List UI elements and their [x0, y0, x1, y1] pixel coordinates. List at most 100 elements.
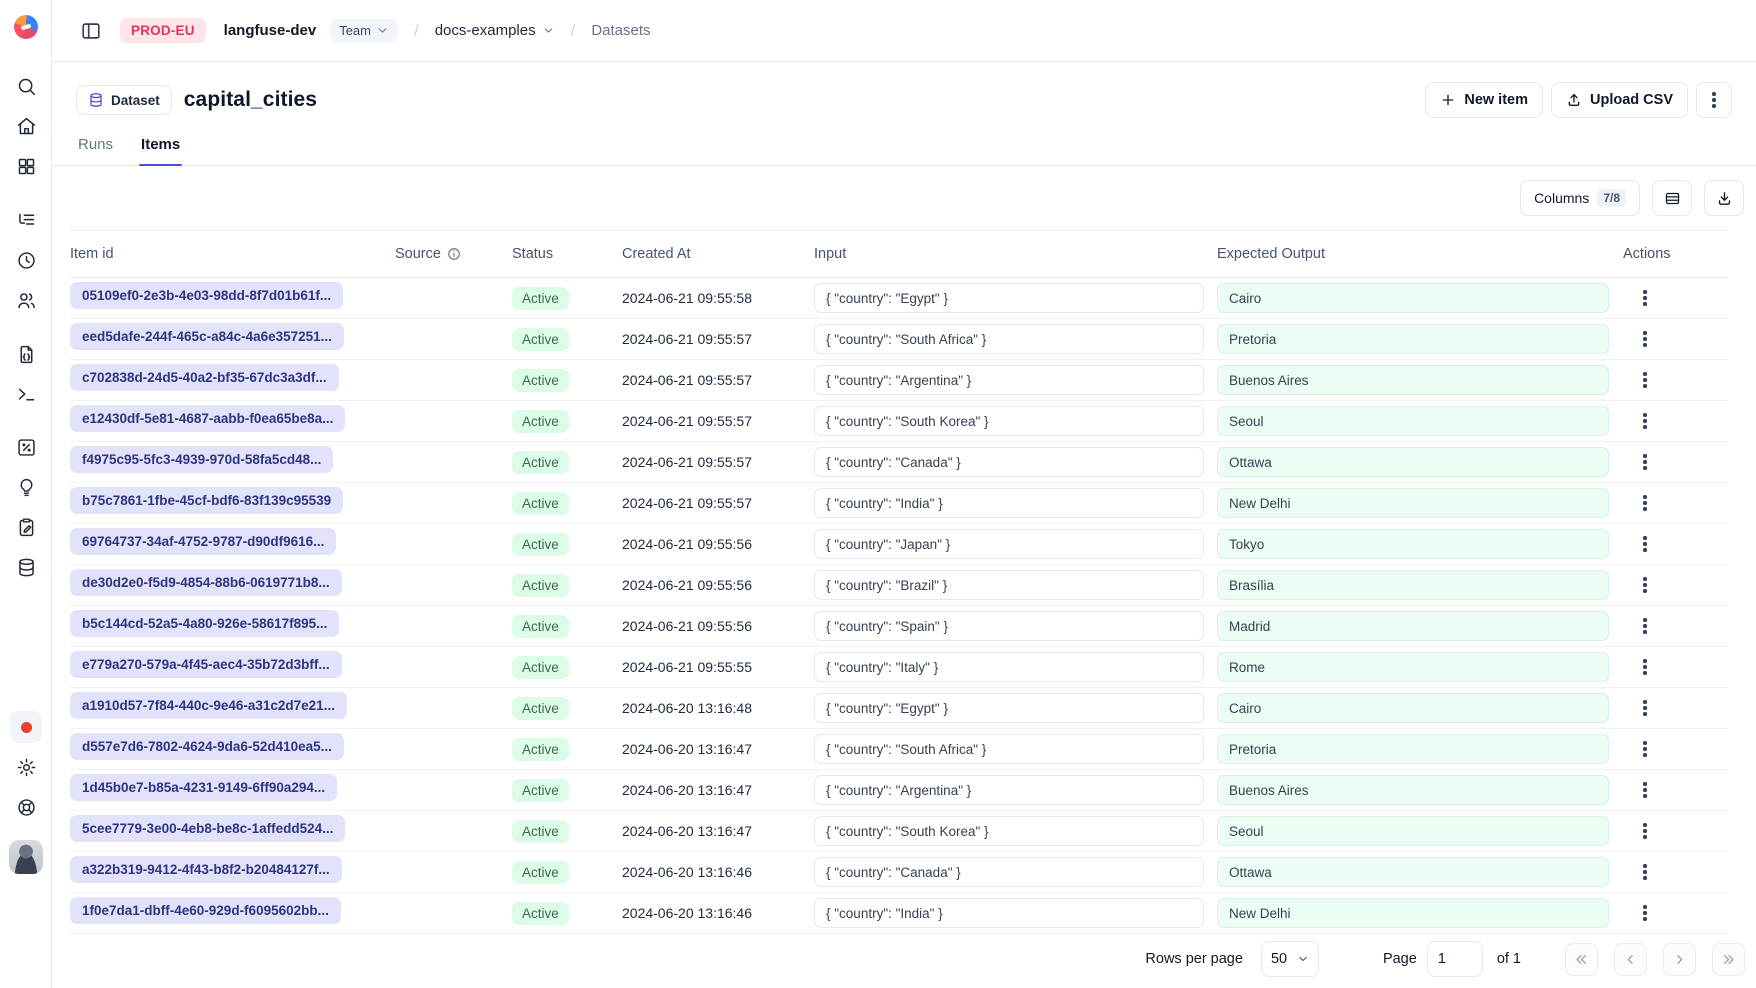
- export-button[interactable]: [1704, 180, 1744, 216]
- input-value[interactable]: { "country": "Japan" }: [814, 529, 1204, 559]
- sidebar-item-datasets[interactable]: [10, 551, 42, 583]
- input-value[interactable]: { "country": "South Korea" }: [814, 816, 1204, 846]
- input-value[interactable]: { "country": "India" }: [814, 898, 1204, 928]
- row-actions-button[interactable]: [1631, 737, 1659, 761]
- row-actions-button[interactable]: [1631, 491, 1659, 515]
- expected-output-value[interactable]: New Delhi: [1217, 488, 1609, 518]
- item-id-link[interactable]: e779a270-579a-4f45-aec4-35b72d3bff...: [70, 651, 342, 678]
- row-actions-button[interactable]: [1631, 614, 1659, 638]
- sidebar-toggle-button[interactable]: [76, 16, 106, 46]
- sidebar-item-sessions[interactable]: [10, 244, 42, 276]
- column-header-expected-output[interactable]: Expected Output: [1217, 246, 1623, 262]
- item-id-link[interactable]: f4975c95-5fc3-4939-970d-58fa5cd48...: [70, 446, 333, 473]
- row-actions-button[interactable]: [1631, 778, 1659, 802]
- input-value[interactable]: { "country": "Brazil" }: [814, 570, 1204, 600]
- expected-output-value[interactable]: Pretoria: [1217, 734, 1609, 764]
- item-id-link[interactable]: 69764737-34af-4752-9787-d90df9616...: [70, 528, 336, 555]
- row-actions-button[interactable]: [1631, 409, 1659, 433]
- sidebar-item-settings[interactable]: [10, 751, 42, 783]
- row-actions-button[interactable]: [1631, 327, 1659, 351]
- input-value[interactable]: { "country": "Egypt" }: [814, 283, 1204, 313]
- sidebar-item-support[interactable]: [10, 791, 42, 823]
- sidebar-item-terminal[interactable]: [10, 378, 42, 410]
- first-page-button[interactable]: [1565, 943, 1598, 976]
- input-value[interactable]: { "country": "Italy" }: [814, 652, 1204, 682]
- column-header-status[interactable]: Status: [512, 246, 622, 262]
- row-actions-button[interactable]: [1631, 368, 1659, 392]
- item-id-link[interactable]: d557e7d6-7802-4624-9da6-52d410ea5...: [70, 733, 344, 760]
- sidebar-item-users[interactable]: [10, 284, 42, 316]
- sidebar-item-playground[interactable]: [10, 431, 42, 463]
- row-actions-button[interactable]: [1631, 819, 1659, 843]
- column-header-source[interactable]: Source: [395, 246, 512, 262]
- row-actions-button[interactable]: [1631, 532, 1659, 556]
- upload-csv-button[interactable]: Upload CSV: [1551, 82, 1688, 118]
- item-id-link[interactable]: 1f0e7da1-dbff-4e60-929d-f6095602bb...: [70, 897, 341, 924]
- item-id-link[interactable]: eed5dafe-244f-465c-a84c-4a6e357251...: [70, 323, 344, 350]
- row-actions-button[interactable]: [1631, 573, 1659, 597]
- expected-output-value[interactable]: Cairo: [1217, 693, 1609, 723]
- org-type-badge[interactable]: Team: [330, 19, 398, 42]
- last-page-button[interactable]: [1712, 943, 1745, 976]
- expected-output-value[interactable]: Seoul: [1217, 816, 1609, 846]
- expected-output-value[interactable]: Pretoria: [1217, 324, 1609, 354]
- dataset-actions-button[interactable]: [1696, 82, 1732, 118]
- row-actions-button[interactable]: [1631, 655, 1659, 679]
- expected-output-value[interactable]: Rome: [1217, 652, 1609, 682]
- item-id-link[interactable]: 1d45b0e7-b85a-4231-9149-6ff90a294...: [70, 774, 337, 801]
- expected-output-value[interactable]: Seoul: [1217, 406, 1609, 436]
- item-id-link[interactable]: c702838d-24d5-40a2-bf35-67dc3a3df...: [70, 364, 339, 391]
- input-value[interactable]: { "country": "Argentina" }: [814, 775, 1204, 805]
- row-actions-button[interactable]: [1631, 286, 1659, 310]
- sidebar-item-search[interactable]: [10, 70, 42, 102]
- next-page-button[interactable]: [1663, 943, 1696, 976]
- expected-output-value[interactable]: Tokyo: [1217, 529, 1609, 559]
- expected-output-value[interactable]: Buenos Aires: [1217, 775, 1609, 805]
- input-value[interactable]: { "country": "Canada" }: [814, 447, 1204, 477]
- user-avatar[interactable]: [9, 840, 43, 874]
- input-value[interactable]: { "country": "Spain" }: [814, 611, 1204, 641]
- input-value[interactable]: { "country": "Egypt" }: [814, 693, 1204, 723]
- item-id-link[interactable]: a1910d57-7f84-440c-9e46-a31c2d7e21...: [70, 692, 347, 719]
- column-header-input[interactable]: Input: [814, 246, 1217, 262]
- previous-page-button[interactable]: [1614, 943, 1647, 976]
- breadcrumb-section[interactable]: Datasets: [591, 22, 650, 39]
- expected-output-value[interactable]: New Delhi: [1217, 898, 1609, 928]
- expected-output-value[interactable]: Madrid: [1217, 611, 1609, 641]
- expected-output-value[interactable]: Buenos Aires: [1217, 365, 1609, 395]
- item-id-link[interactable]: 5cee7779-3e00-4eb8-be8c-1affedd524...: [70, 815, 345, 842]
- item-id-link[interactable]: 05109ef0-2e3b-4e03-98dd-8f7d01b61f...: [70, 282, 343, 309]
- tab-items[interactable]: Items: [139, 136, 182, 165]
- sidebar-item-tracing[interactable]: [10, 204, 42, 236]
- input-value[interactable]: { "country": "South Africa" }: [814, 734, 1204, 764]
- org-name[interactable]: langfuse-dev: [224, 22, 317, 39]
- expected-output-value[interactable]: Ottawa: [1217, 857, 1609, 887]
- rows-per-page-select[interactable]: 50: [1261, 941, 1319, 977]
- input-value[interactable]: { "country": "Canada" }: [814, 857, 1204, 887]
- expected-output-value[interactable]: Ottawa: [1217, 447, 1609, 477]
- new-item-button[interactable]: New item: [1425, 82, 1543, 118]
- item-id-link[interactable]: b75c7861-1fbe-45cf-bdf6-83f139c95539: [70, 487, 343, 514]
- sidebar-item-annotation[interactable]: [10, 511, 42, 543]
- row-height-button[interactable]: [1652, 180, 1692, 216]
- row-actions-button[interactable]: [1631, 450, 1659, 474]
- sidebar-item-prompts[interactable]: [10, 338, 42, 370]
- columns-button[interactable]: Columns 7/8: [1520, 180, 1640, 216]
- input-value[interactable]: { "country": "South Africa" }: [814, 324, 1204, 354]
- sidebar-item-evaluation[interactable]: [10, 471, 42, 503]
- tab-runs[interactable]: Runs: [76, 136, 115, 165]
- row-actions-button[interactable]: [1631, 860, 1659, 884]
- item-id-link[interactable]: de30d2e0-f5d9-4854-88b6-0619771b8...: [70, 569, 342, 596]
- input-value[interactable]: { "country": "South Korea" }: [814, 406, 1204, 436]
- column-header-item-id[interactable]: Item id: [70, 246, 395, 262]
- item-id-link[interactable]: a322b319-9412-4f43-b8f2-b20484127f...: [70, 856, 342, 883]
- expected-output-value[interactable]: Cairo: [1217, 283, 1609, 313]
- expected-output-value[interactable]: Brasília: [1217, 570, 1609, 600]
- sidebar-item-dashboard[interactable]: [10, 150, 42, 182]
- recording-indicator[interactable]: [10, 711, 42, 743]
- row-actions-button[interactable]: [1631, 901, 1659, 925]
- item-id-link[interactable]: b5c144cd-52a5-4a80-926e-58617f895...: [70, 610, 339, 637]
- page-input[interactable]: [1427, 941, 1483, 977]
- input-value[interactable]: { "country": "India" }: [814, 488, 1204, 518]
- column-header-created-at[interactable]: Created At: [622, 246, 814, 262]
